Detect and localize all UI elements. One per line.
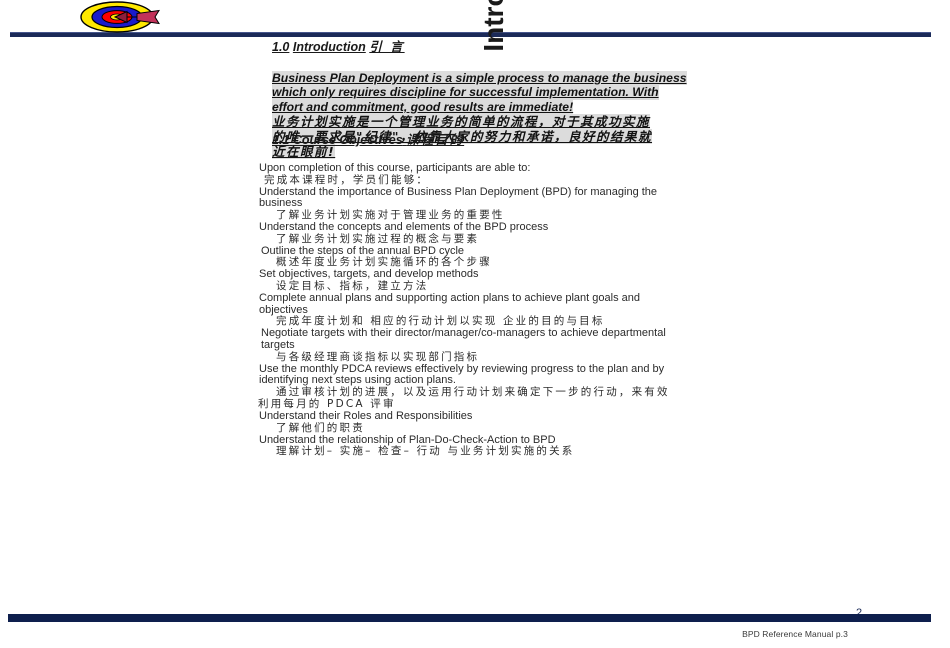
objective-cn-7: 通过审核计划的进展，以及运用行动计划来确定下一步的行动，来有效 xyxy=(276,385,670,398)
lead-line-cn-1: 业务计划实施是一个管理业务的简单的流程，对于其成功实施 xyxy=(272,114,651,130)
subsection-heading-cn: 课程目的 xyxy=(406,132,465,147)
objective-cn-9: 理解计划– 实施– 检查– 行动 与业务计划实施的关系 xyxy=(276,445,575,458)
lead-paragraph: Business Plan Deployment is a simple pro… xyxy=(272,71,687,160)
objective-en-1: Understand the importance of Business Pl… xyxy=(259,185,658,210)
footer-text: BPD Reference Manual p.3 xyxy=(742,629,848,639)
footer-divider-rule xyxy=(8,614,931,622)
objective-en-2: Understand the concepts and elements of … xyxy=(259,220,549,233)
objectives-list: Upon completion of this course, particip… xyxy=(258,162,678,458)
lead-line-en-2: which only requires discipline for succe… xyxy=(272,85,659,100)
section-heading-number: 1.0 xyxy=(272,40,290,54)
objective-cn-4: 设定目标、指标，建立方法 xyxy=(276,279,429,292)
subsection-heading-number: 1.1 xyxy=(272,133,290,147)
objective-en-5: Complete annual plans and supporting act… xyxy=(259,292,640,316)
objective-cn-1: 了解业务计划实施对于管理业务的重要性 xyxy=(276,208,505,221)
objective-cn-8: 了解他们的职责 xyxy=(276,421,365,434)
section-heading: 1.0 Introduction 引 言 xyxy=(272,36,688,55)
objective-cn-2: 了解业务计划实施过程的概念与要素 xyxy=(276,232,480,245)
objective-cn-6: 与各级经理商谈指标以实现部门指标 xyxy=(276,350,480,363)
slide-canvas: Introduction 1.0 Introduction 引 言 Busine… xyxy=(0,0,950,648)
footer-text-wrapper: BPD Reference Manual p.3 xyxy=(0,629,950,639)
subsection-heading-en: Course Objectives xyxy=(292,133,403,147)
section-heading-cn: 引 言 xyxy=(369,39,405,54)
lead-line-en-1: Business Plan Deployment is a simple pro… xyxy=(272,71,687,86)
objective-cn-3: 概述年度业务计划实施循环的各个步骤 xyxy=(276,256,492,269)
objective-en-6: Negotiate targets with their director/ma… xyxy=(261,327,666,351)
section-heading-en: Introduction xyxy=(292,40,366,54)
objectives-intro-cn: 完成本课程时，学员们能够： xyxy=(264,173,430,186)
objective-cn-5: 完成年度计划和 相应的行动计划以实现 企业的目的与目标 xyxy=(276,315,605,328)
objective-en-8: Understand their Roles and Responsibilit… xyxy=(259,409,473,422)
bullseye-target-icon xyxy=(79,1,163,34)
objectives-intro-en: Upon completion of this course, particip… xyxy=(259,162,531,174)
section-content: 1.0 Introduction 引 言 Business Plan Deplo… xyxy=(258,36,688,160)
objective-cn-7b: 利用每月的 PDCA 评审 xyxy=(258,397,396,410)
subsection-heading: 1.1 Course Objectives 课程目的 xyxy=(272,129,464,148)
lead-line-en-3: effort and commitment, good results are … xyxy=(272,99,574,115)
